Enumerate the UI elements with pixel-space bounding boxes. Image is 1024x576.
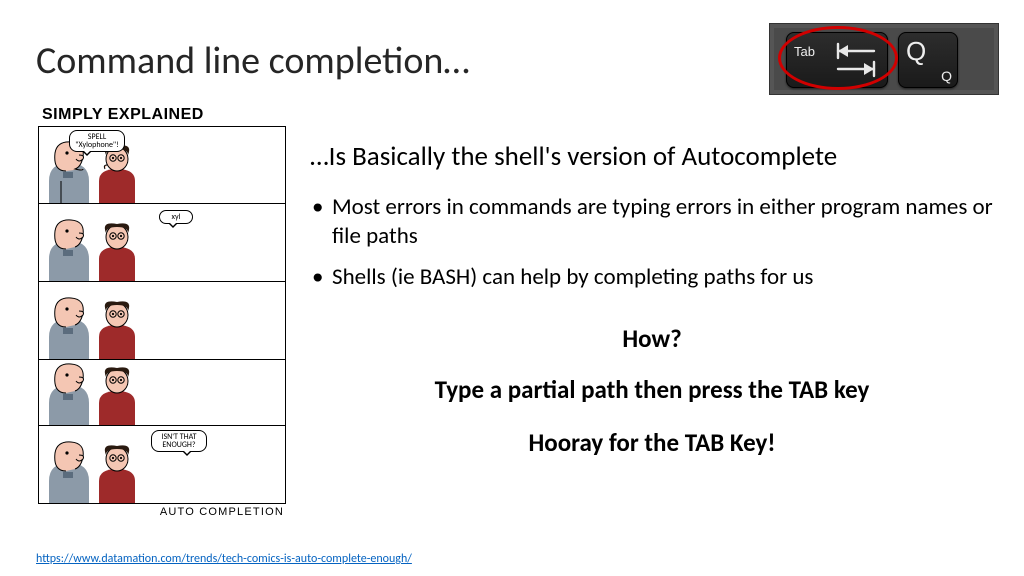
speech-bubble: SPELL "Xylophone"! xyxy=(69,130,125,152)
speech-bubble: ISN'T THAT ENOUGH? xyxy=(151,430,207,452)
character-right xyxy=(95,223,139,282)
bullet-item: Most errors in commands are typing error… xyxy=(310,193,994,251)
comic-strip: SIMPLY EXPLAINED SPELL "Xylophone"! xyxy=(38,106,286,518)
comic-header: SIMPLY EXPLAINED xyxy=(38,106,286,124)
character-right xyxy=(95,145,139,204)
speech-bubble: xyl xyxy=(159,210,193,224)
slide-title: Command line completion… xyxy=(36,38,470,84)
character-left xyxy=(43,297,95,360)
character-right xyxy=(95,301,139,360)
comic-panel xyxy=(38,360,286,426)
instruction-text: Type a partial path then press the TAB k… xyxy=(310,374,994,405)
bullet-item: Shells (ie BASH) can help by completing … xyxy=(310,263,994,292)
character-left xyxy=(43,219,95,282)
source-link[interactable]: https://www.datamation.com/trends/tech-c… xyxy=(36,552,412,566)
hooray-text: Hooray for the TAB Key! xyxy=(310,427,994,458)
comic-panel: gosse & johan xyxy=(38,282,286,360)
comic-panel: ISN'T THAT ENOUGH? xyxy=(38,426,286,504)
character-right xyxy=(95,367,139,426)
bullet-list: Most errors in commands are typing error… xyxy=(310,193,994,291)
comic-panel: SPELL "Xylophone"! xyxy=(38,126,286,204)
comic-footer: AUTO COMPLETION xyxy=(38,504,286,518)
tab-key-highlight-ellipse xyxy=(778,26,898,90)
character-left xyxy=(43,363,95,426)
q-key-big: Q xyxy=(906,36,926,67)
q-key: Q Q xyxy=(898,32,958,88)
content-area: …Is Basically the shell's version of Aut… xyxy=(310,140,994,458)
q-key-small: Q xyxy=(941,68,952,84)
character-left xyxy=(43,441,95,504)
keyboard-keys-image: Tab Q Q xyxy=(769,23,999,95)
character-right xyxy=(95,445,139,504)
subheading: …Is Basically the shell's version of Aut… xyxy=(310,140,994,173)
how-heading: How? xyxy=(310,323,994,354)
comic-panel: xyl xyxy=(38,204,286,282)
